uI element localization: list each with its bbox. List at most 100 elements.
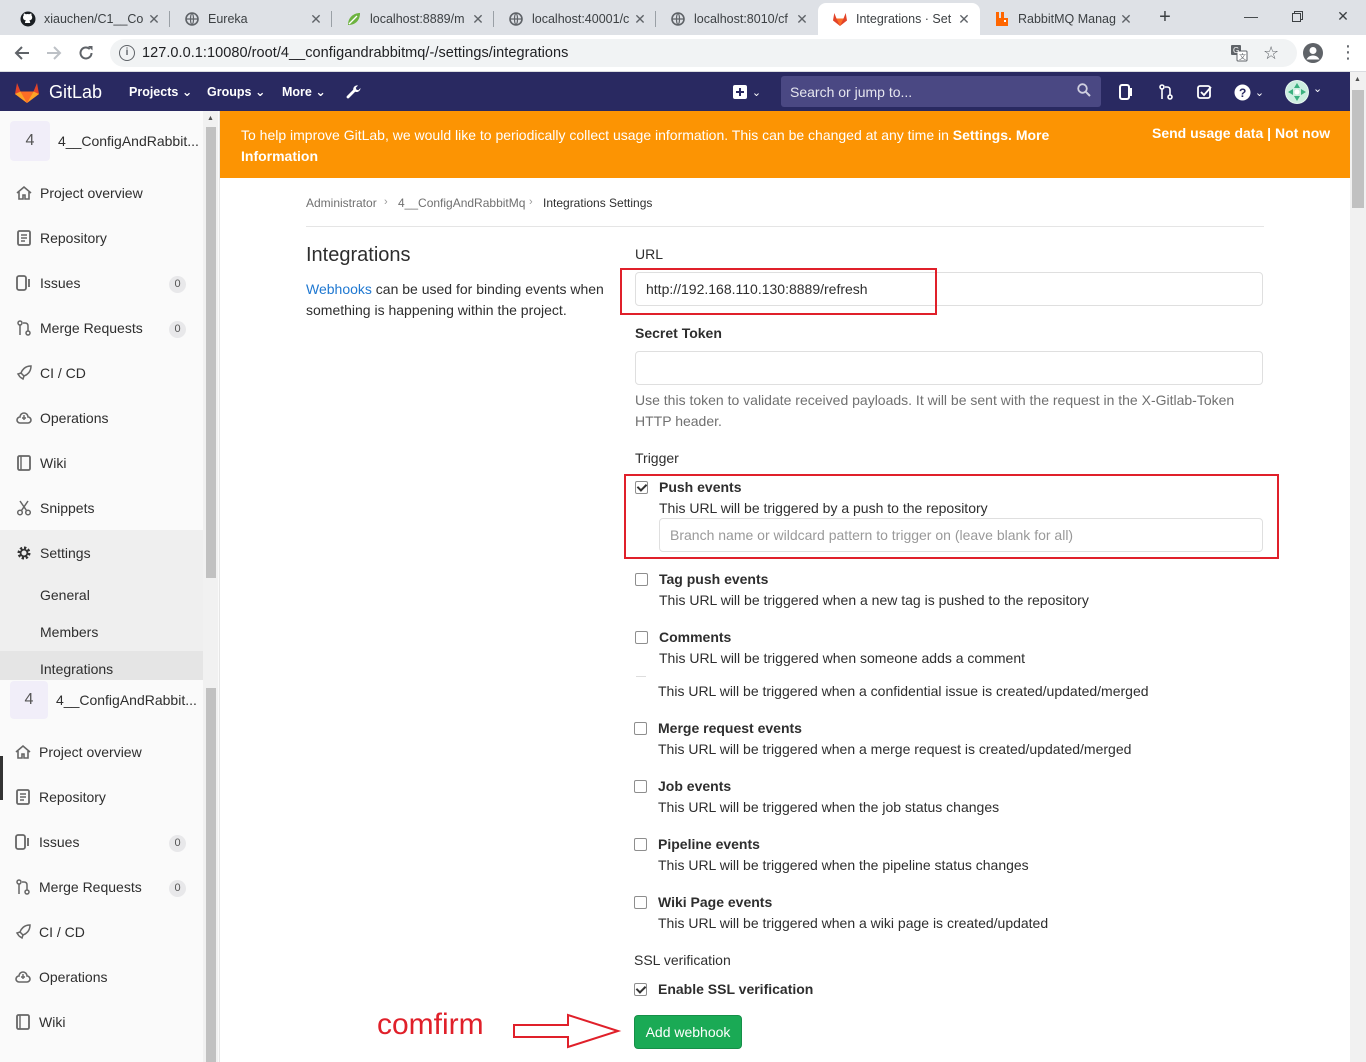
- gitlab-search[interactable]: [781, 76, 1101, 107]
- forward-icon[interactable]: [42, 41, 66, 65]
- close-tab-icon[interactable]: ✕: [1118, 11, 1134, 28]
- wrench-icon[interactable]: [344, 82, 364, 102]
- sidebar-item-wiki[interactable]: Wiki: [15, 1014, 65, 1030]
- close-tab-icon[interactable]: ✕: [308, 11, 324, 28]
- star-icon[interactable]: ☆: [1263, 43, 1279, 64]
- breadcrumb-project[interactable]: 4__ConfigAndRabbitMq: [398, 196, 525, 210]
- nav-more[interactable]: More ⌄: [282, 84, 326, 99]
- sidebar-item-merge-requests[interactable]: Merge Requests: [15, 879, 142, 895]
- sidebar-item-settings[interactable]: Settings: [16, 545, 91, 561]
- back-icon[interactable]: [10, 41, 34, 65]
- sidebar-scrollbar-thumb[interactable]: [206, 688, 216, 1062]
- sidebar-item-snippets[interactable]: Snippets: [16, 500, 94, 516]
- pipeline-events-checkbox[interactable]: [634, 838, 647, 851]
- sidebar-sub-general[interactable]: General: [40, 587, 90, 603]
- help-icon[interactable]: ? ⌄: [1232, 82, 1266, 102]
- push-events-highlight-box: [624, 474, 1279, 559]
- todos-icon[interactable]: [1195, 82, 1215, 102]
- merge-request-events-checkbox[interactable]: [634, 722, 647, 735]
- close-tab-icon[interactable]: ✕: [470, 11, 486, 28]
- sidebar-item-wiki[interactable]: Wiki: [16, 455, 66, 471]
- job-events-title[interactable]: Job events: [658, 778, 731, 794]
- new-tab-button[interactable]: +: [1153, 6, 1177, 30]
- chevron-down-icon[interactable]: ⌄: [1313, 82, 1322, 95]
- comments-title[interactable]: Comments: [659, 629, 731, 645]
- add-webhook-button[interactable]: Add webhook: [634, 1015, 742, 1049]
- close-window-button[interactable]: ✕: [1320, 0, 1366, 32]
- nav-projects[interactable]: Projects ⌄: [129, 84, 192, 99]
- not-now-button[interactable]: Not now: [1275, 125, 1330, 141]
- search-icon: [1077, 83, 1091, 100]
- banner-settings-link[interactable]: Settings: [953, 127, 1008, 143]
- nav-groups[interactable]: Groups ⌄: [207, 84, 265, 99]
- sidebar-item-issues[interactable]: Issues: [15, 834, 79, 850]
- pipeline-events-title[interactable]: Pipeline events: [658, 836, 760, 852]
- sidebar-scrollbar-thumb[interactable]: [206, 127, 216, 578]
- tag-push-events-title[interactable]: Tag push events: [659, 571, 768, 587]
- wiki-page-events-checkbox[interactable]: [634, 896, 647, 909]
- browser-tab-github[interactable]: xiauchen/C1__Co ✕: [6, 3, 170, 35]
- avatar[interactable]: [1285, 80, 1309, 104]
- ssl-verification-checkbox[interactable]: [634, 983, 647, 996]
- sidebar-item-operations[interactable]: Operations: [15, 969, 107, 985]
- browser-tab-eureka[interactable]: Eureka ✕: [170, 3, 332, 35]
- tag-push-events-checkbox[interactable]: [635, 573, 648, 586]
- sidebar-project-header[interactable]: 4 4__ConfigAndRabbit...: [10, 681, 197, 719]
- sidebar-item-ci-cd[interactable]: CI / CD: [15, 924, 85, 940]
- sidebar-item-merge-requests[interactable]: Merge Requests: [16, 320, 143, 336]
- browser-tab-localhost-8010[interactable]: localhost:8010/cf ✕: [656, 3, 818, 35]
- sidebar-item-ci-cd[interactable]: CI / CD: [16, 365, 86, 381]
- breadcrumb-current[interactable]: Integrations Settings: [543, 196, 652, 210]
- merge-request-events-title[interactable]: Merge request events: [658, 720, 802, 736]
- scrollbar-thumb[interactable]: [1352, 90, 1364, 208]
- scroll-up-arrow-icon: ▲: [207, 115, 214, 122]
- close-tab-icon[interactable]: ✕: [794, 11, 810, 28]
- close-tab-icon[interactable]: ✕: [146, 11, 162, 28]
- url-text[interactable]: 127.0.0.1:10080/root/4__configandrabbitm…: [142, 45, 568, 61]
- browser-tab-rabbitmq[interactable]: RabbitMQ Manag ✕: [980, 3, 1142, 35]
- sidebar-item-project-overview[interactable]: Project overview: [16, 185, 143, 201]
- secret-token-input[interactable]: [635, 351, 1263, 385]
- page-scrollbar[interactable]: ▲: [1350, 72, 1366, 1062]
- browser-tab-localhost-8889[interactable]: localhost:8889/m ✕: [332, 3, 494, 35]
- gitlab-logo[interactable]: GitLab: [14, 80, 102, 104]
- close-tab-icon[interactable]: ✕: [632, 11, 648, 28]
- search-input[interactable]: [781, 76, 1101, 107]
- info-icon[interactable]: i: [119, 45, 135, 61]
- wiki-page-events-title[interactable]: Wiki Page events: [658, 894, 772, 910]
- browser-tab-localhost-40001[interactable]: localhost:40001/c ✕: [494, 3, 656, 35]
- new-item-dropdown-icon[interactable]: ⌄: [731, 82, 763, 102]
- sidebar-project-header[interactable]: 4 4__ConfigAndRabbit...: [10, 121, 199, 161]
- confirm-annotation: comfirm: [377, 1008, 484, 1041]
- profile-icon[interactable]: [1302, 42, 1324, 67]
- ssl-verification-option[interactable]: Enable SSL verification: [658, 981, 813, 997]
- comments-checkbox[interactable]: [635, 631, 648, 644]
- reload-icon[interactable]: [74, 41, 98, 65]
- doc-icon: [15, 789, 31, 805]
- sidebar-scrollbar[interactable]: ▲: [203, 680, 218, 1062]
- confidential-issues-desc: This URL will be triggered when a confid…: [658, 683, 1149, 699]
- sidebar-item-repository[interactable]: Repository: [15, 789, 106, 805]
- sidebar-item-project-overview[interactable]: Project overview: [15, 744, 142, 760]
- sidebar-sub-integrations[interactable]: Integrations: [40, 661, 113, 677]
- merge-requests-nav-icon[interactable]: [1156, 82, 1176, 102]
- sidebar-item-issues[interactable]: Issues: [16, 275, 80, 291]
- send-usage-data-button[interactable]: Send usage data: [1152, 125, 1263, 141]
- menu-dots-icon[interactable]: ⋮: [1339, 43, 1357, 61]
- translate-icon[interactable]: G文: [1230, 44, 1248, 65]
- url-omnibox[interactable]: i 127.0.0.1:10080/root/4__configandrabbi…: [110, 39, 1297, 67]
- sidebar-sub-members[interactable]: Members: [40, 624, 98, 640]
- sidebar-scrollbar[interactable]: ▲: [203, 111, 218, 680]
- restore-button[interactable]: [1274, 0, 1320, 32]
- webhooks-link[interactable]: Webhooks: [306, 281, 372, 297]
- issues-nav-icon[interactable]: [1116, 82, 1136, 102]
- minimize-button[interactable]: —: [1228, 0, 1274, 32]
- breadcrumb-administrator[interactable]: Administrator: [306, 196, 377, 210]
- browser-tab-integrations[interactable]: Integrations · Set ✕: [818, 3, 980, 35]
- job-events-checkbox[interactable]: [634, 780, 647, 793]
- sidebar-item-repository[interactable]: Repository: [16, 230, 107, 246]
- sidebar-item-operations[interactable]: Operations: [16, 410, 108, 426]
- chevron-down-icon: ⌄: [315, 85, 326, 99]
- scroll-up-arrow-icon[interactable]: ▲: [1354, 76, 1361, 83]
- close-tab-icon[interactable]: ✕: [956, 11, 972, 28]
